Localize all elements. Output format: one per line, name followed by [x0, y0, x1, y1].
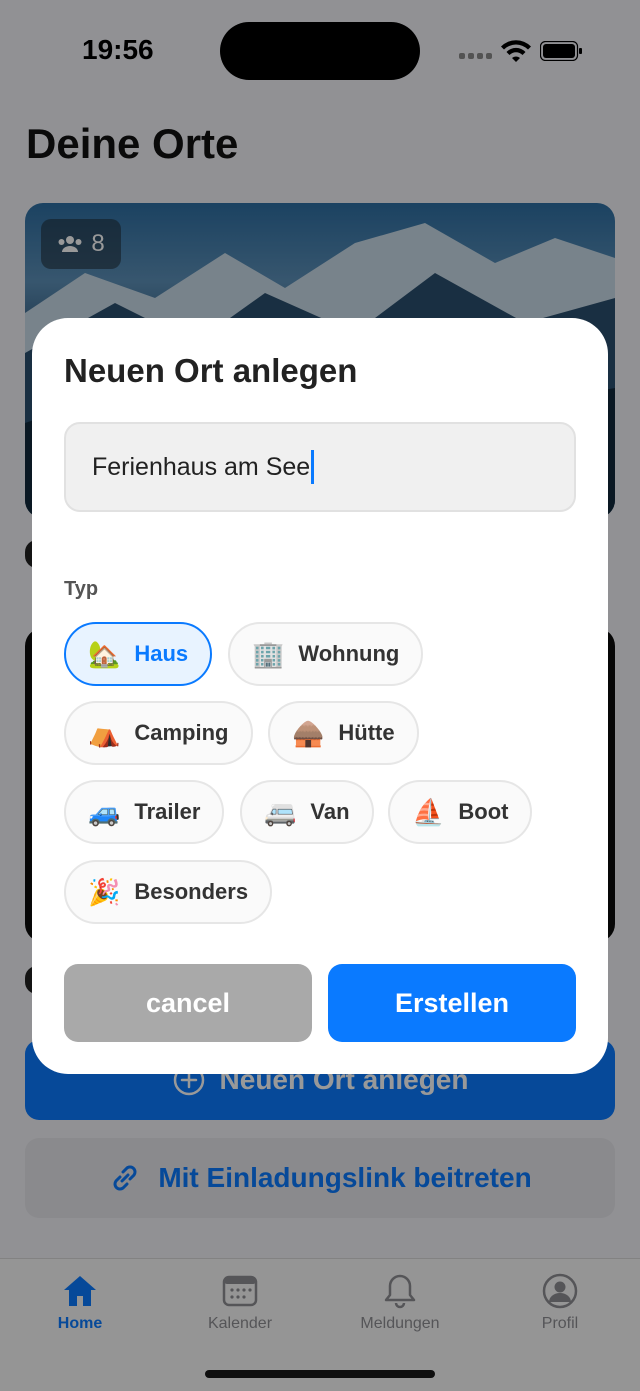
type-chip-camping[interactable]: ⛺ Camping: [64, 701, 253, 765]
office-building-icon: 🏢: [252, 639, 285, 669]
suv-icon: 🚙: [88, 797, 121, 827]
create-button[interactable]: Erstellen: [328, 964, 576, 1042]
type-chip-trailer[interactable]: 🚙 Trailer: [64, 780, 225, 844]
hut-icon: 🛖: [292, 718, 325, 748]
type-chip-label: Van: [310, 799, 350, 824]
dialog-title: Neuen Ort anlegen: [64, 352, 358, 389]
type-chip-label: Hütte: [338, 720, 395, 745]
text-cursor: [311, 450, 315, 484]
type-chip-boot[interactable]: ⛵ Boot: [388, 780, 533, 844]
type-chip-label: Wohnung: [298, 641, 400, 666]
place-name-value: Ferienhaus am See: [92, 452, 311, 481]
party-popper-icon: 🎉: [88, 877, 121, 907]
sailboat-icon: ⛵: [412, 797, 445, 827]
type-chip-huette[interactable]: 🛖 Hütte: [268, 701, 419, 765]
type-chip-haus[interactable]: 🏡 Haus: [64, 622, 213, 686]
type-label: Typ: [64, 578, 99, 600]
type-chip-label: Camping: [134, 720, 229, 745]
type-chip-label: Haus: [134, 641, 189, 666]
type-chip-wohnung[interactable]: 🏢 Wohnung: [228, 622, 424, 686]
place-name-input[interactable]: Ferienhaus am See: [64, 422, 576, 512]
minibus-icon: 🚐: [264, 797, 297, 827]
type-chip-label: Boot: [458, 799, 509, 824]
type-chip-besonders[interactable]: 🎉 Besonders: [64, 860, 273, 924]
new-place-dialog: Neuen Ort anlegen Ferienhaus am See Typ …: [32, 318, 608, 1074]
tent-icon: ⛺: [88, 718, 121, 748]
type-chip-label: Besonders: [134, 879, 249, 904]
type-chip-label: Trailer: [134, 799, 201, 824]
type-chip-van[interactable]: 🚐 Van: [240, 780, 374, 844]
cancel-button[interactable]: cancel: [64, 964, 312, 1042]
house-garden-icon: 🏡: [88, 639, 121, 669]
